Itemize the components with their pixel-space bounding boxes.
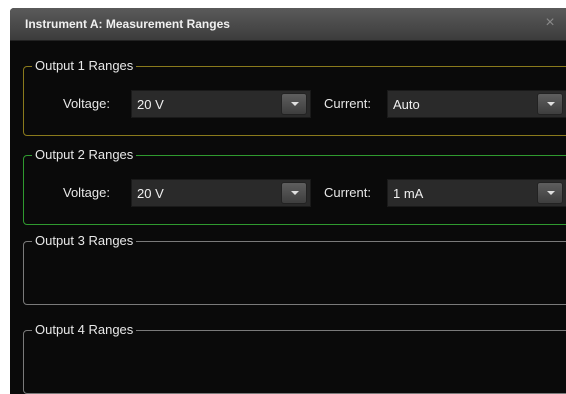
- output-3-ranges-group: Output 3 Ranges: [23, 233, 566, 305]
- output-2-voltage-label: Voltage:: [63, 185, 110, 200]
- output-1-ranges-group: Output 1 Ranges Voltage: 20 V Current: A…: [23, 58, 566, 136]
- chevron-down-icon[interactable]: [537, 182, 563, 204]
- output-2-legend: Output 2 Ranges: [32, 147, 137, 163]
- output-2-current-label: Current:: [324, 185, 371, 200]
- output-1-voltage-select[interactable]: 20 V: [131, 90, 311, 118]
- output-1-legend: Output 1 Ranges: [32, 58, 137, 74]
- output-1-voltage-label: Voltage:: [63, 96, 110, 111]
- output-1-current-value: Auto: [393, 97, 420, 112]
- chevron-down-icon[interactable]: [281, 182, 307, 204]
- close-icon[interactable]: ×: [542, 15, 558, 31]
- output-2-voltage-value: 20 V: [137, 186, 164, 201]
- title-bar[interactable]: Instrument A: Measurement Ranges ×: [10, 8, 566, 41]
- output-1-current-label: Current:: [324, 96, 371, 111]
- output-4-ranges-group: Output 4 Ranges: [23, 322, 566, 394]
- output-1-voltage-value: 20 V: [137, 97, 164, 112]
- output-2-ranges-group: Output 2 Ranges Voltage: 20 V Current: 1…: [23, 147, 566, 225]
- output-3-legend: Output 3 Ranges: [32, 233, 137, 249]
- output-1-current-select[interactable]: Auto: [387, 90, 566, 118]
- output-2-current-select[interactable]: 1 mA: [387, 179, 566, 207]
- output-2-current-value: 1 mA: [393, 186, 424, 201]
- measurement-ranges-dialog: Instrument A: Measurement Ranges × Outpu…: [10, 8, 566, 394]
- output-4-legend: Output 4 Ranges: [32, 322, 137, 338]
- output-2-voltage-select[interactable]: 20 V: [131, 179, 311, 207]
- window-title: Instrument A: Measurement Ranges: [25, 17, 230, 31]
- chevron-down-icon[interactable]: [281, 93, 307, 115]
- chevron-down-icon[interactable]: [537, 93, 563, 115]
